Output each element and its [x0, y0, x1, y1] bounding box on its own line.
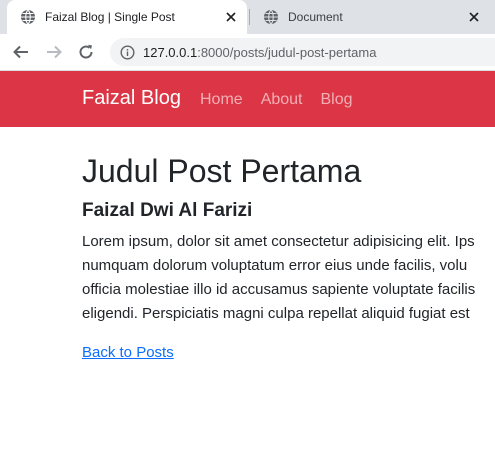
- tab-title: Faizal Blog | Single Post: [45, 10, 175, 24]
- close-tab-icon[interactable]: [466, 9, 482, 25]
- post-author: Faizal Dwi Al Farizi: [82, 200, 253, 221]
- globe-icon: [263, 9, 279, 25]
- navbar-links: Home About Blog: [200, 91, 371, 109]
- back-arrow-icon[interactable]: [10, 41, 32, 63]
- navbar-brand[interactable]: Faizal Blog: [82, 87, 181, 110]
- nav-link-blog[interactable]: Blog: [321, 91, 353, 109]
- url-host: 127.0.0.1: [143, 44, 198, 60]
- info-icon[interactable]: [120, 44, 135, 60]
- browser-tab-inactive[interactable]: Document: [250, 0, 490, 34]
- post-body-line: officia molestiae illo id accusamus sapi…: [82, 281, 476, 298]
- reload-icon[interactable]: [75, 41, 97, 63]
- post-body-line: eligendi. Perspiciatis magni culpa repel…: [82, 305, 470, 322]
- post-body: Lorem ipsum, dolor sit amet consectetur …: [82, 230, 495, 326]
- nav-link-home[interactable]: Home: [200, 91, 243, 109]
- forward-arrow-icon[interactable]: [43, 41, 65, 63]
- nav-link-about[interactable]: About: [261, 91, 303, 109]
- post-body-line: numquam dolorum voluptatum error eius un…: [82, 257, 468, 274]
- post-body-line: Lorem ipsum, dolor sit amet consectetur …: [82, 233, 475, 250]
- post-title: Judul Post Pertama: [82, 153, 362, 189]
- url-path: :8000/posts/judul-post-pertama: [197, 44, 377, 60]
- browser-tab-strip: Faizal Blog | Single Post Document: [0, 0, 495, 34]
- back-to-posts-link[interactable]: Back to Posts: [82, 344, 174, 361]
- browser-toolbar: 127.0.0.1:8000/posts/judul-post-pertama: [0, 34, 495, 71]
- site-navbar: Faizal Blog Home About Blog: [0, 71, 495, 127]
- globe-icon: [20, 9, 36, 25]
- address-bar[interactable]: 127.0.0.1:8000/posts/judul-post-pertama: [110, 38, 495, 66]
- url-text: 127.0.0.1:8000/posts/judul-post-pertama: [143, 45, 376, 60]
- browser-tab-active[interactable]: Faizal Blog | Single Post: [7, 0, 247, 34]
- tab-title: Document: [288, 10, 343, 24]
- close-tab-icon[interactable]: [223, 9, 239, 25]
